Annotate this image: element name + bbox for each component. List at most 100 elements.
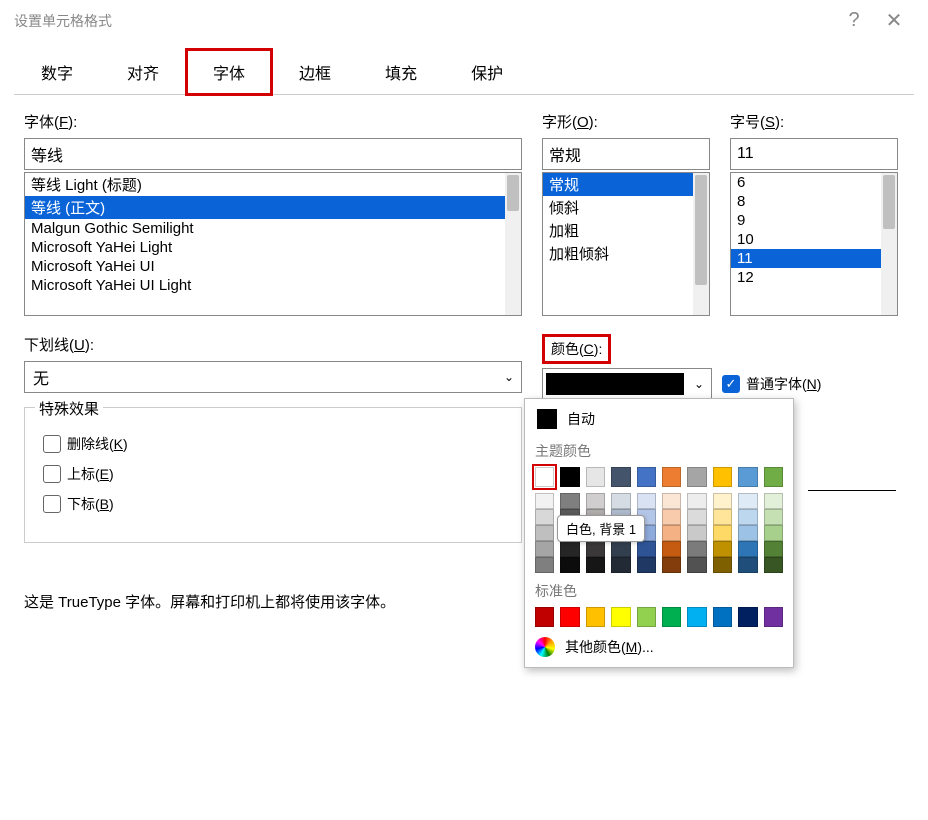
tab-fill[interactable]: 填充 [358, 49, 444, 94]
tab-number[interactable]: 数字 [14, 49, 100, 94]
tint-swatch[interactable] [560, 557, 579, 573]
subscript-checkbox[interactable] [43, 495, 61, 513]
tint-swatch[interactable] [586, 493, 605, 509]
size-item[interactable]: 8 [731, 192, 897, 211]
normal-font-checkbox[interactable]: ✓ [722, 375, 740, 393]
font-item[interactable]: Microsoft YaHei UI Light [25, 276, 521, 295]
tint-swatch[interactable] [738, 525, 757, 541]
theme-swatch[interactable] [687, 467, 706, 487]
tint-swatch[interactable] [687, 509, 706, 525]
theme-swatch[interactable] [738, 467, 757, 487]
tint-swatch[interactable] [687, 541, 706, 557]
font-item[interactable]: 等线 Light (标题) [25, 173, 521, 196]
tint-swatch[interactable] [637, 493, 656, 509]
tint-swatch[interactable] [687, 525, 706, 541]
tint-swatch[interactable] [611, 557, 630, 573]
tint-swatch[interactable] [713, 493, 732, 509]
chevron-down-icon[interactable]: ⌄ [687, 377, 711, 391]
tint-swatch[interactable] [662, 493, 681, 509]
font-listbox[interactable]: 等线 Light (标题) 等线 (正文) Malgun Gothic Semi… [24, 172, 522, 316]
tint-swatch[interactable] [535, 509, 554, 525]
font-item[interactable]: Malgun Gothic Semilight [25, 219, 521, 238]
tint-swatch[interactable] [662, 525, 681, 541]
tint-swatch[interactable] [764, 525, 783, 541]
tab-align[interactable]: 对齐 [100, 49, 186, 94]
theme-swatch[interactable] [662, 467, 681, 487]
tint-swatch[interactable] [535, 493, 554, 509]
theme-swatch[interactable] [611, 467, 630, 487]
tint-swatch[interactable] [535, 525, 554, 541]
theme-swatch[interactable] [764, 467, 783, 487]
chevron-down-icon[interactable]: ⌄ [497, 370, 521, 384]
theme-swatch[interactable] [637, 467, 656, 487]
tint-swatch[interactable] [687, 493, 706, 509]
theme-swatch[interactable] [586, 467, 605, 487]
style-item[interactable]: 加粗倾斜 [543, 242, 709, 265]
font-item[interactable]: Microsoft YaHei Light [25, 238, 521, 257]
tint-swatch[interactable] [662, 557, 681, 573]
standard-swatch[interactable] [738, 607, 757, 627]
style-item[interactable]: 加粗 [543, 219, 709, 242]
tint-swatch[interactable] [611, 493, 630, 509]
scroll-thumb[interactable] [695, 175, 707, 285]
tint-swatch[interactable] [560, 493, 579, 509]
tint-swatch[interactable] [738, 509, 757, 525]
tab-font[interactable]: 字体 [186, 49, 272, 95]
tint-swatch[interactable] [764, 557, 783, 573]
size-input[interactable] [730, 138, 898, 170]
style-item[interactable]: 常规 [543, 173, 709, 196]
superscript-checkbox[interactable] [43, 465, 61, 483]
standard-swatch[interactable] [560, 607, 579, 627]
style-item[interactable]: 倾斜 [543, 196, 709, 219]
standard-swatch[interactable] [586, 607, 605, 627]
tab-border[interactable]: 边框 [272, 49, 358, 94]
standard-swatch[interactable] [611, 607, 630, 627]
standard-swatch[interactable] [687, 607, 706, 627]
tint-swatch[interactable] [535, 557, 554, 573]
size-item[interactable]: 11 [731, 249, 897, 268]
more-colors-button[interactable]: 其他颜色(M)... [535, 637, 783, 657]
size-item[interactable]: 9 [731, 211, 897, 230]
tint-swatch[interactable] [586, 557, 605, 573]
close-button[interactable]: ✕ [874, 8, 914, 33]
tint-swatch[interactable] [738, 493, 757, 509]
size-listbox[interactable]: 6 8 9 10 11 12 [730, 172, 898, 316]
standard-swatch[interactable] [764, 607, 783, 627]
scrollbar[interactable] [881, 173, 897, 315]
scrollbar[interactable] [693, 173, 709, 315]
color-auto-option[interactable]: 自动 [535, 405, 783, 433]
underline-dropdown[interactable]: 无 ⌄ [24, 361, 522, 393]
tint-swatch[interactable] [687, 557, 706, 573]
font-item[interactable]: 等线 (正文) [25, 196, 521, 219]
tint-swatch[interactable] [586, 541, 605, 557]
font-item[interactable]: Microsoft YaHei UI [25, 257, 521, 276]
tint-swatch[interactable] [738, 541, 757, 557]
size-item[interactable]: 6 [731, 173, 897, 192]
standard-swatch[interactable] [637, 607, 656, 627]
tint-swatch[interactable] [713, 541, 732, 557]
tab-protect[interactable]: 保护 [444, 49, 530, 94]
style-input[interactable] [542, 138, 710, 170]
standard-swatch[interactable] [662, 607, 681, 627]
theme-swatch[interactable] [713, 467, 732, 487]
tint-swatch[interactable] [764, 509, 783, 525]
tint-swatch[interactable] [611, 541, 630, 557]
scroll-thumb[interactable] [507, 175, 519, 211]
style-listbox[interactable]: 常规 倾斜 加粗 加粗倾斜 [542, 172, 710, 316]
tint-swatch[interactable] [713, 509, 732, 525]
tint-swatch[interactable] [764, 541, 783, 557]
standard-swatch[interactable] [713, 607, 732, 627]
theme-swatch[interactable] [560, 467, 579, 487]
standard-swatch[interactable] [535, 607, 554, 627]
tint-swatch[interactable] [713, 525, 732, 541]
tint-swatch[interactable] [637, 541, 656, 557]
scrollbar[interactable] [505, 173, 521, 315]
tint-swatch[interactable] [738, 557, 757, 573]
tint-swatch[interactable] [560, 541, 579, 557]
tint-swatch[interactable] [713, 557, 732, 573]
tint-swatch[interactable] [637, 557, 656, 573]
theme-swatch[interactable] [535, 467, 554, 487]
tint-swatch[interactable] [535, 541, 554, 557]
scroll-thumb[interactable] [883, 175, 895, 229]
size-item[interactable]: 10 [731, 230, 897, 249]
